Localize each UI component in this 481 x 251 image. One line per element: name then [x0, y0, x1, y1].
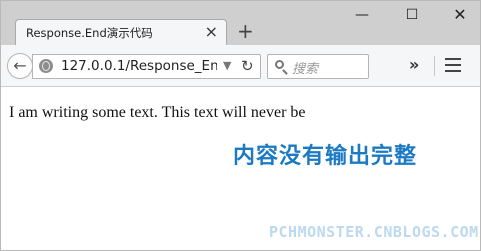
- search-input[interactable]: 搜索: [267, 54, 369, 79]
- back-button[interactable]: ←: [7, 53, 33, 79]
- minimize-icon[interactable]: —: [347, 5, 377, 25]
- maximize-icon[interactable]: ☐: [397, 5, 427, 25]
- toolbar-divider: [434, 56, 435, 76]
- browser-window: Response.End演示代码 × + — ☐ ✕ 127.0.0.1/Res…: [0, 0, 481, 251]
- back-arrow-icon: ←: [13, 56, 27, 75]
- url-text[interactable]: 127.0.0.1/Response_End: [61, 58, 217, 74]
- overflow-menu-icon[interactable]: »: [409, 55, 419, 74]
- reload-icon[interactable]: ↻: [241, 57, 254, 75]
- page-content: I am writing some text. This text will n…: [1, 87, 480, 250]
- new-tab-icon[interactable]: +: [237, 21, 254, 41]
- tab-close-icon[interactable]: ×: [205, 22, 218, 42]
- page-body-text: I am writing some text. This text will n…: [9, 104, 306, 121]
- annotation-caption: 内容没有输出完整: [233, 144, 418, 169]
- url-bar[interactable]: 127.0.0.1/Response_End ▼ ↻: [32, 54, 261, 79]
- globe-icon: [39, 59, 53, 73]
- tab-strip: Response.End演示代码 × + — ☐ ✕: [1, 1, 480, 46]
- hamburger-menu-icon[interactable]: [445, 58, 461, 72]
- url-dropdown-icon[interactable]: ▼: [223, 59, 231, 72]
- navigation-bar: 127.0.0.1/Response_End ▼ ↻ ← 搜索 »: [1, 45, 480, 87]
- watermark: PCHMONSTER.CNBLOGS.COM: [269, 223, 479, 241]
- close-window-icon[interactable]: ✕: [445, 5, 475, 25]
- tab-title: Response.End演示代码: [26, 26, 153, 40]
- tab-response-end[interactable]: Response.End演示代码 ×: [15, 19, 227, 46]
- search-placeholder: 搜索: [292, 62, 319, 77]
- search-icon: [275, 60, 284, 69]
